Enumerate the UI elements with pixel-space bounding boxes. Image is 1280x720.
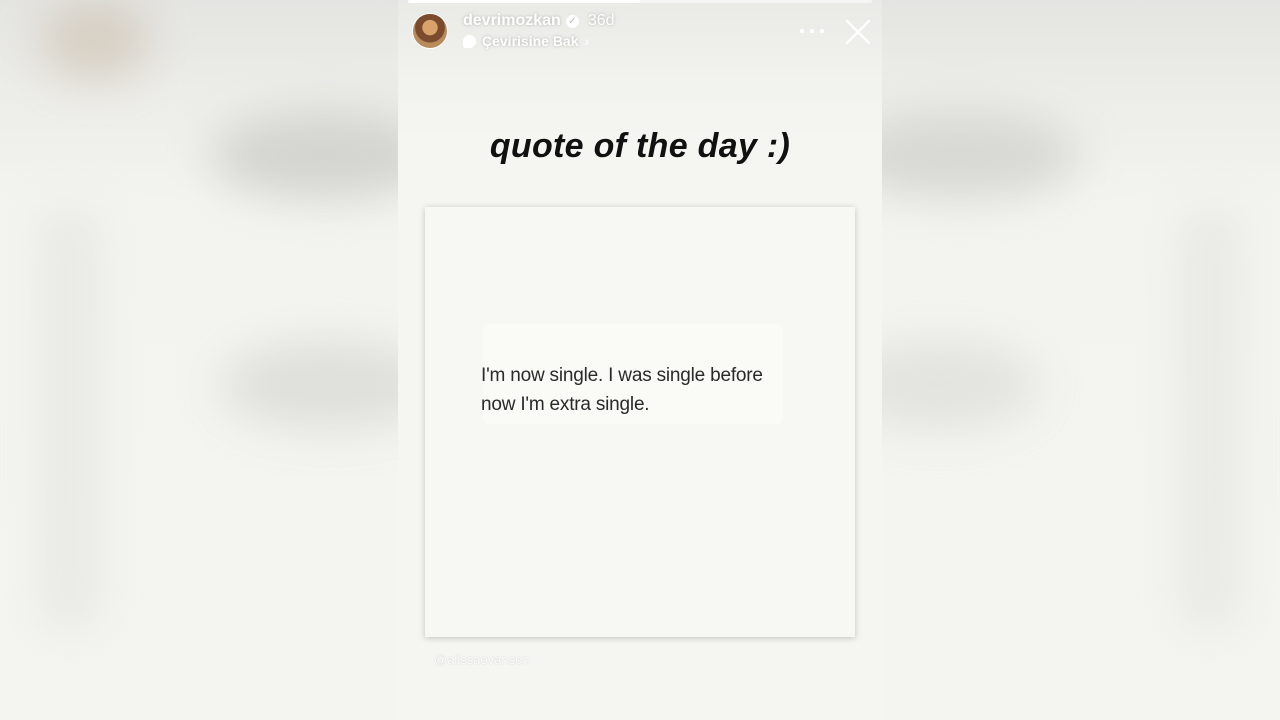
username[interactable]: devrimozkan	[463, 12, 561, 30]
story-progress-bar	[408, 0, 872, 3]
chevron-right-icon: ›	[584, 33, 590, 49]
close-icon[interactable]	[844, 18, 872, 46]
avatar[interactable]	[412, 13, 448, 49]
background-blur	[40, 210, 100, 630]
story-time: 36d	[587, 12, 615, 29]
story-viewer[interactable]: devrimozkan ✓ 36d Çevirisine Bak › quote…	[398, 0, 882, 720]
story-header: devrimozkan ✓ 36d	[463, 12, 615, 30]
quote-line-1: I'm now single. I was single before	[481, 365, 763, 386]
background-blur	[1180, 210, 1240, 630]
more-options-icon[interactable]	[800, 22, 824, 40]
see-translation-link[interactable]: Çevirisine Bak ›	[463, 33, 589, 49]
story-title: quote of the day :)	[489, 127, 791, 165]
speech-bubble-icon	[463, 34, 476, 48]
background-blur	[40, 0, 150, 80]
quote-text: I'm now single. I was single before now …	[481, 361, 811, 419]
see-translation-label: Çevirisine Bak	[482, 33, 579, 49]
verified-badge-icon: ✓	[565, 14, 579, 28]
story-progress-fill	[408, 0, 640, 3]
quote-card: I'm now single. I was single before now …	[425, 207, 855, 637]
credit-mention[interactable]: @alissaevanson	[434, 652, 530, 667]
quote-line-2: now I'm extra single.	[481, 394, 650, 415]
